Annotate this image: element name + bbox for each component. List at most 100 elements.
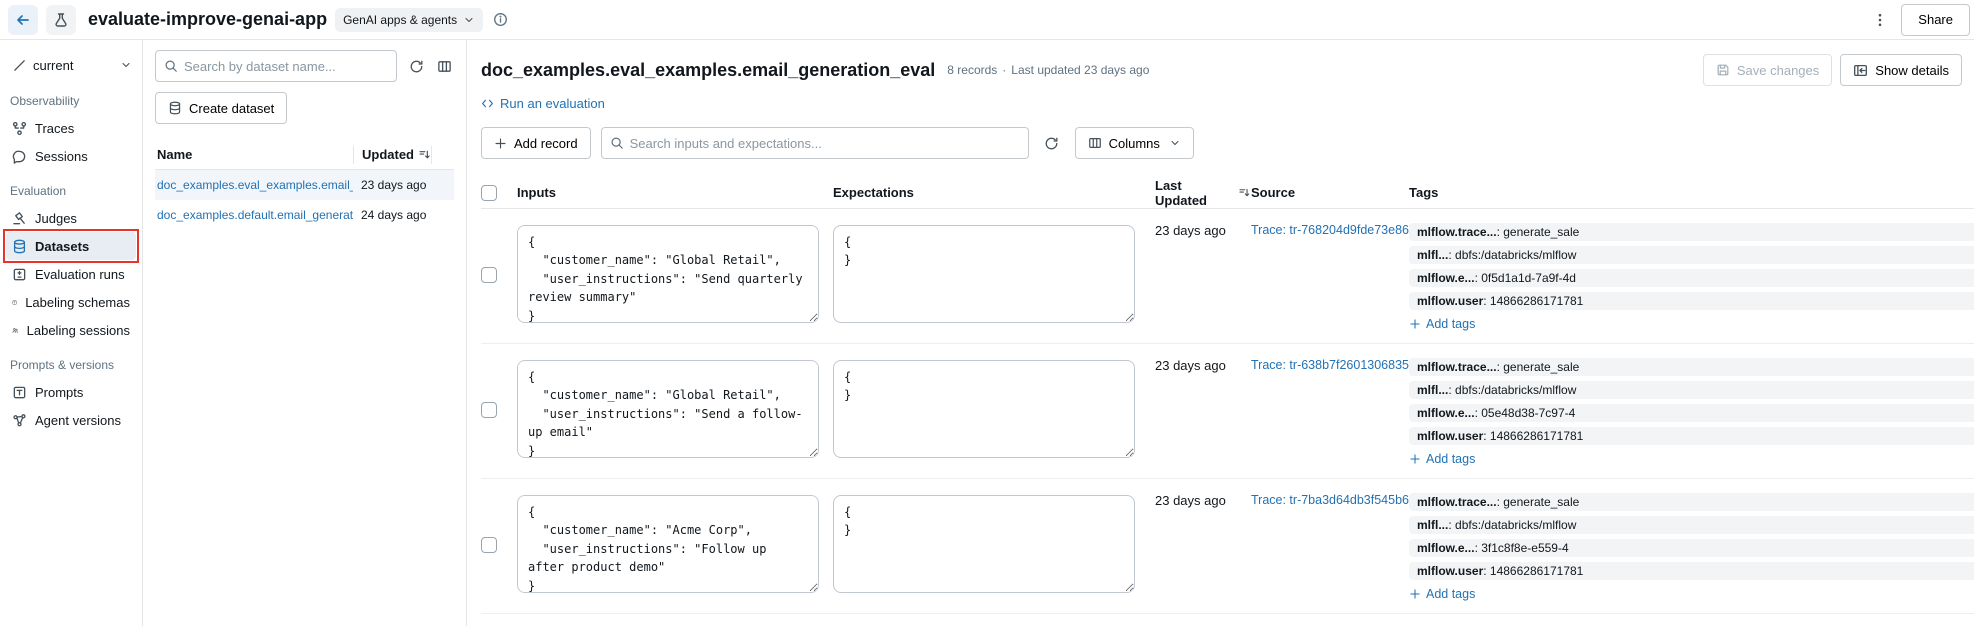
sidebar-item-label: Agent versions [35,413,121,428]
select-all-checkbox[interactable] [481,185,497,201]
add-tags-button[interactable]: Add tags [1409,452,1475,466]
dataset-row[interactable]: doc_examples.eval_examples.email_... 23 … [155,170,454,200]
refresh-records-button[interactable] [1039,130,1065,156]
record-count: 8 records [947,63,997,77]
record-row: { "customer_name": "Global Retail", "use… [481,344,1974,479]
app-type-label: GenAI apps & agents [343,13,457,27]
tag-pill[interactable]: mlfl...dbfs:/databricks/mlflow [1409,246,1974,264]
sidebar-item-label: Labeling sessions [27,323,130,338]
dataset-row[interactable]: doc_examples.default.email_generati... 2… [155,200,454,230]
records-search-input[interactable] [630,136,1020,151]
info-icon[interactable] [493,12,508,27]
dataset-name-link[interactable]: doc_examples.default.email_generati... [155,208,353,222]
add-record-button[interactable]: Add record [481,127,591,159]
expectations-editor[interactable]: { } [833,495,1135,593]
refresh-datasets-button[interactable] [407,53,426,79]
column-header-expectations: Expectations [833,185,1155,200]
people-icon [12,323,19,338]
column-header-updated[interactable]: Updated [353,146,431,164]
records-search-box [601,127,1029,159]
back-button[interactable] [8,5,38,35]
sidebar-item-prompts[interactable]: Prompts [6,378,136,406]
tag-pill[interactable]: mlflow.user14866286171781 [1409,292,1974,310]
row-checkbox[interactable] [481,402,497,418]
inputs-editor[interactable]: { "customer_name": "Global Retail", "use… [517,360,819,458]
sidebar-item-labeling-sessions[interactable]: Labeling sessions [6,316,136,344]
create-dataset-button[interactable]: Create dataset [155,92,287,124]
chevron-down-icon [463,14,475,26]
workspace-selector[interactable]: current [6,50,136,80]
tag-pill[interactable]: mlflow.e...0f5d1a1d-7a9f-4d [1409,269,1974,287]
records-table-header: Inputs Expectations Last Updated Source … [481,177,1974,209]
column-header-tags: Tags [1409,185,1974,200]
plus-icon [1409,588,1421,600]
tag-pill[interactable]: mlflow.e...3f1c8f8e-e559-4 [1409,539,1974,557]
create-dataset-label: Create dataset [189,101,274,116]
trace-source-link[interactable]: Trace: tr-768204d9fde73e862f [1251,219,1409,331]
sidebar-item-evaluation-runs[interactable]: Evaluation runs [6,260,136,288]
columns-icon [1088,136,1102,150]
record-row: { "customer_name": "Global Retail", "use… [481,209,1974,344]
tag-pill[interactable]: mlflow.e...05e48d38-7c97-4 [1409,404,1974,422]
column-header-name[interactable]: Name [155,147,353,162]
arrow-left-icon [15,12,31,28]
slash-circle-icon [12,58,27,73]
sidebar-item-agent-versions[interactable]: Agent versions [6,406,136,434]
section-title-evaluation: Evaluation [10,184,132,198]
inputs-editor[interactable]: { "customer_name": "Global Retail", "use… [517,225,819,323]
sidebar-item-label: Sessions [35,149,88,164]
sidebar-item-labeling-schemas[interactable]: Labeling schemas [6,288,136,316]
show-details-button[interactable]: Show details [1840,54,1962,86]
dataset-detail-panel: doc_examples.eval_examples.email_generat… [467,40,1974,626]
trace-source-link[interactable]: Trace: tr-7ba3d64db3f545b60a [1251,489,1409,601]
app-type-selector[interactable]: GenAI apps & agents [335,8,483,32]
plus-icon [1409,453,1421,465]
share-button[interactable]: Share [1901,4,1970,36]
columns-dropdown-button[interactable]: Columns [1075,127,1194,159]
sidebar-item-label: Evaluation runs [35,267,125,282]
sidebar-item-label: Traces [35,121,74,136]
sidebar-item-judges[interactable]: Judges [6,204,136,232]
record-row: { "customer_name": "Acme Corp", "user_in… [481,479,1974,614]
tag-pill[interactable]: mlfl...dbfs:/databricks/mlflow [1409,381,1974,399]
chevron-down-icon [1169,137,1181,149]
letter-t-box-icon [12,385,27,400]
add-tags-button[interactable]: Add tags [1409,317,1475,331]
trace-source-link[interactable]: Trace: tr-638b7f26013068355c [1251,354,1409,466]
tag-pill[interactable]: mlflow.trace...generate_sale [1409,358,1974,376]
row-checkbox[interactable] [481,537,497,553]
experiment-icon [46,5,76,35]
record-last-updated: 23 days ago [1155,219,1251,331]
letter-t-box-icon [12,295,17,310]
overflow-menu-button[interactable] [1867,7,1893,33]
dataset-search-input[interactable] [184,59,388,74]
dataset-updated: 23 days ago [353,178,453,192]
sidebar-item-datasets[interactable]: Datasets [6,232,136,260]
sidebar-item-sessions[interactable]: Sessions [6,142,136,170]
tag-pill[interactable]: mlflow.user14866286171781 [1409,562,1974,580]
inputs-editor[interactable]: { "customer_name": "Acme Corp", "user_in… [517,495,819,593]
save-changes-button[interactable]: Save changes [1703,54,1832,86]
refresh-icon [1044,136,1059,151]
row-checkbox[interactable] [481,267,497,283]
sidebar-item-traces[interactable]: Traces [6,114,136,142]
expectations-editor[interactable]: { } [833,360,1135,458]
dataset-search-box [155,50,397,82]
column-header-last-updated[interactable]: Last Updated [1155,178,1251,208]
dataset-name-link[interactable]: doc_examples.eval_examples.email_... [155,178,353,192]
expectations-editor[interactable]: { } [833,225,1135,323]
add-tags-button[interactable]: Add tags [1409,587,1475,601]
list-columns-button[interactable] [436,53,455,79]
tags-cell: mlflow.trace...generate_sale mlfl...dbfs… [1409,489,1974,601]
kebab-icon [1872,12,1888,28]
tag-pill[interactable]: mlflow.trace...generate_sale [1409,493,1974,511]
workspace-label: current [33,58,114,73]
tag-pill[interactable]: mlflow.user14866286171781 [1409,427,1974,445]
plus-icon [494,137,507,150]
app-header-bar: evaluate-improve-genai-app GenAI apps & … [0,0,1974,40]
run-evaluation-link[interactable]: Run an evaluation [481,96,605,111]
save-icon [1716,63,1730,77]
record-last-updated: 23 days ago [1155,489,1251,601]
tag-pill[interactable]: mlflow.trace...generate_sale [1409,223,1974,241]
tag-pill[interactable]: mlfl...dbfs:/databricks/mlflow [1409,516,1974,534]
